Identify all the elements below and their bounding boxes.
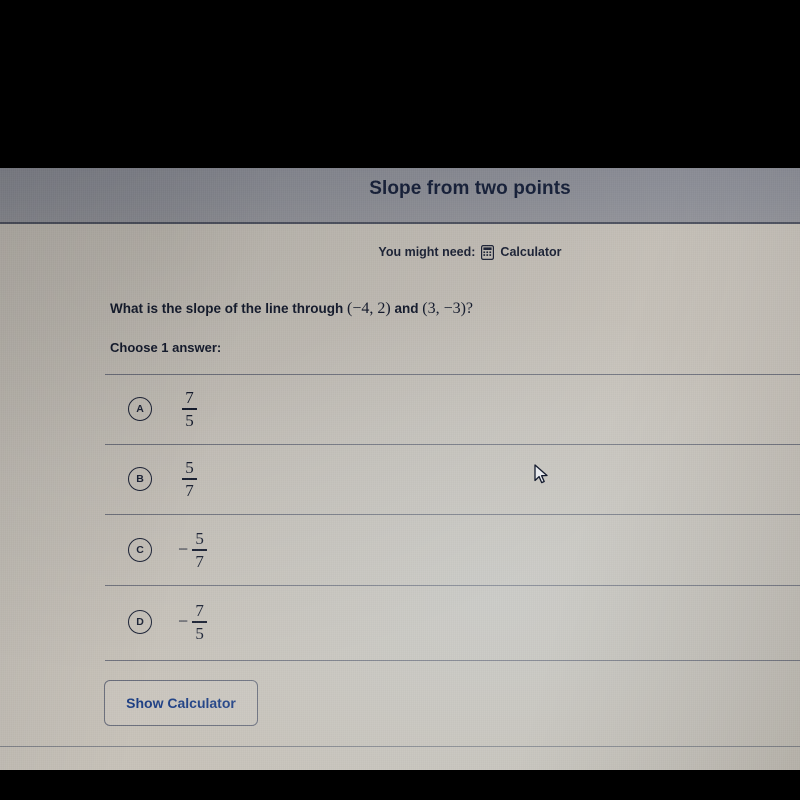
fraction-denominator-b: 7 [185,480,194,500]
screenshot-root: Slope from two points You might need: Ca… [0,0,800,800]
show-calculator-button[interactable]: Show Calculator [104,680,258,726]
answer-sign-c: − [178,539,189,559]
answer-value-b: 5 7 [178,459,197,499]
calculator-hint: You might need: Calculator [0,244,800,261]
page-title: Slope from two points [369,178,571,199]
monitor-panel: Slope from two points You might need: Ca… [0,168,800,770]
answer-choice-d[interactable]: D − 7 5 [105,587,800,657]
fraction-denominator-c: 7 [195,551,204,571]
radio-b[interactable]: B [128,467,152,491]
calculator-hint-label: You might need: [378,244,476,259]
fraction-denominator-d: 5 [195,623,204,643]
calculator-icon[interactable] [481,245,495,261]
answer-choice-a[interactable]: A 7 5 [105,374,800,444]
question-point-one: (−4, 2) [347,300,391,317]
choice-divider-bottom [105,660,800,661]
question-text: What is the slope of the line through (−… [110,300,473,318]
header-divider [0,222,800,224]
radio-c[interactable]: C [128,538,152,562]
fraction-denominator-a: 5 [185,410,194,430]
choose-prompt: Choose 1 answer: [110,340,222,355]
question-conjunction: and [394,301,419,316]
footer-divider [0,746,800,747]
radio-a[interactable]: A [128,397,152,421]
fraction-d: 7 5 [192,601,208,643]
question-point-two: (3, −3)? [422,300,474,317]
fraction-b: 5 7 [182,459,197,499]
answer-value-d: − 7 5 [178,601,208,643]
answer-value-c: − 5 7 [178,529,208,571]
fraction-a: 7 5 [182,389,197,429]
question-lead: What is the slope of the line through [110,301,344,316]
calculator-link-label[interactable]: Calculator [500,245,561,259]
answer-sign-d: − [178,611,189,631]
fraction-numerator-a: 7 [185,388,194,408]
fraction-numerator-c: 5 [195,529,204,549]
answer-choice-b[interactable]: B 5 7 [105,444,800,514]
fraction-c: 5 7 [192,529,208,571]
fraction-numerator-b: 5 [185,458,194,478]
choice-divider-3 [105,585,800,586]
arrow-cursor [534,464,550,486]
answer-value-a: 7 5 [178,389,197,429]
fraction-numerator-d: 7 [195,601,204,621]
answer-choice-c[interactable]: C − 5 7 [105,515,800,585]
radio-d[interactable]: D [128,610,152,634]
